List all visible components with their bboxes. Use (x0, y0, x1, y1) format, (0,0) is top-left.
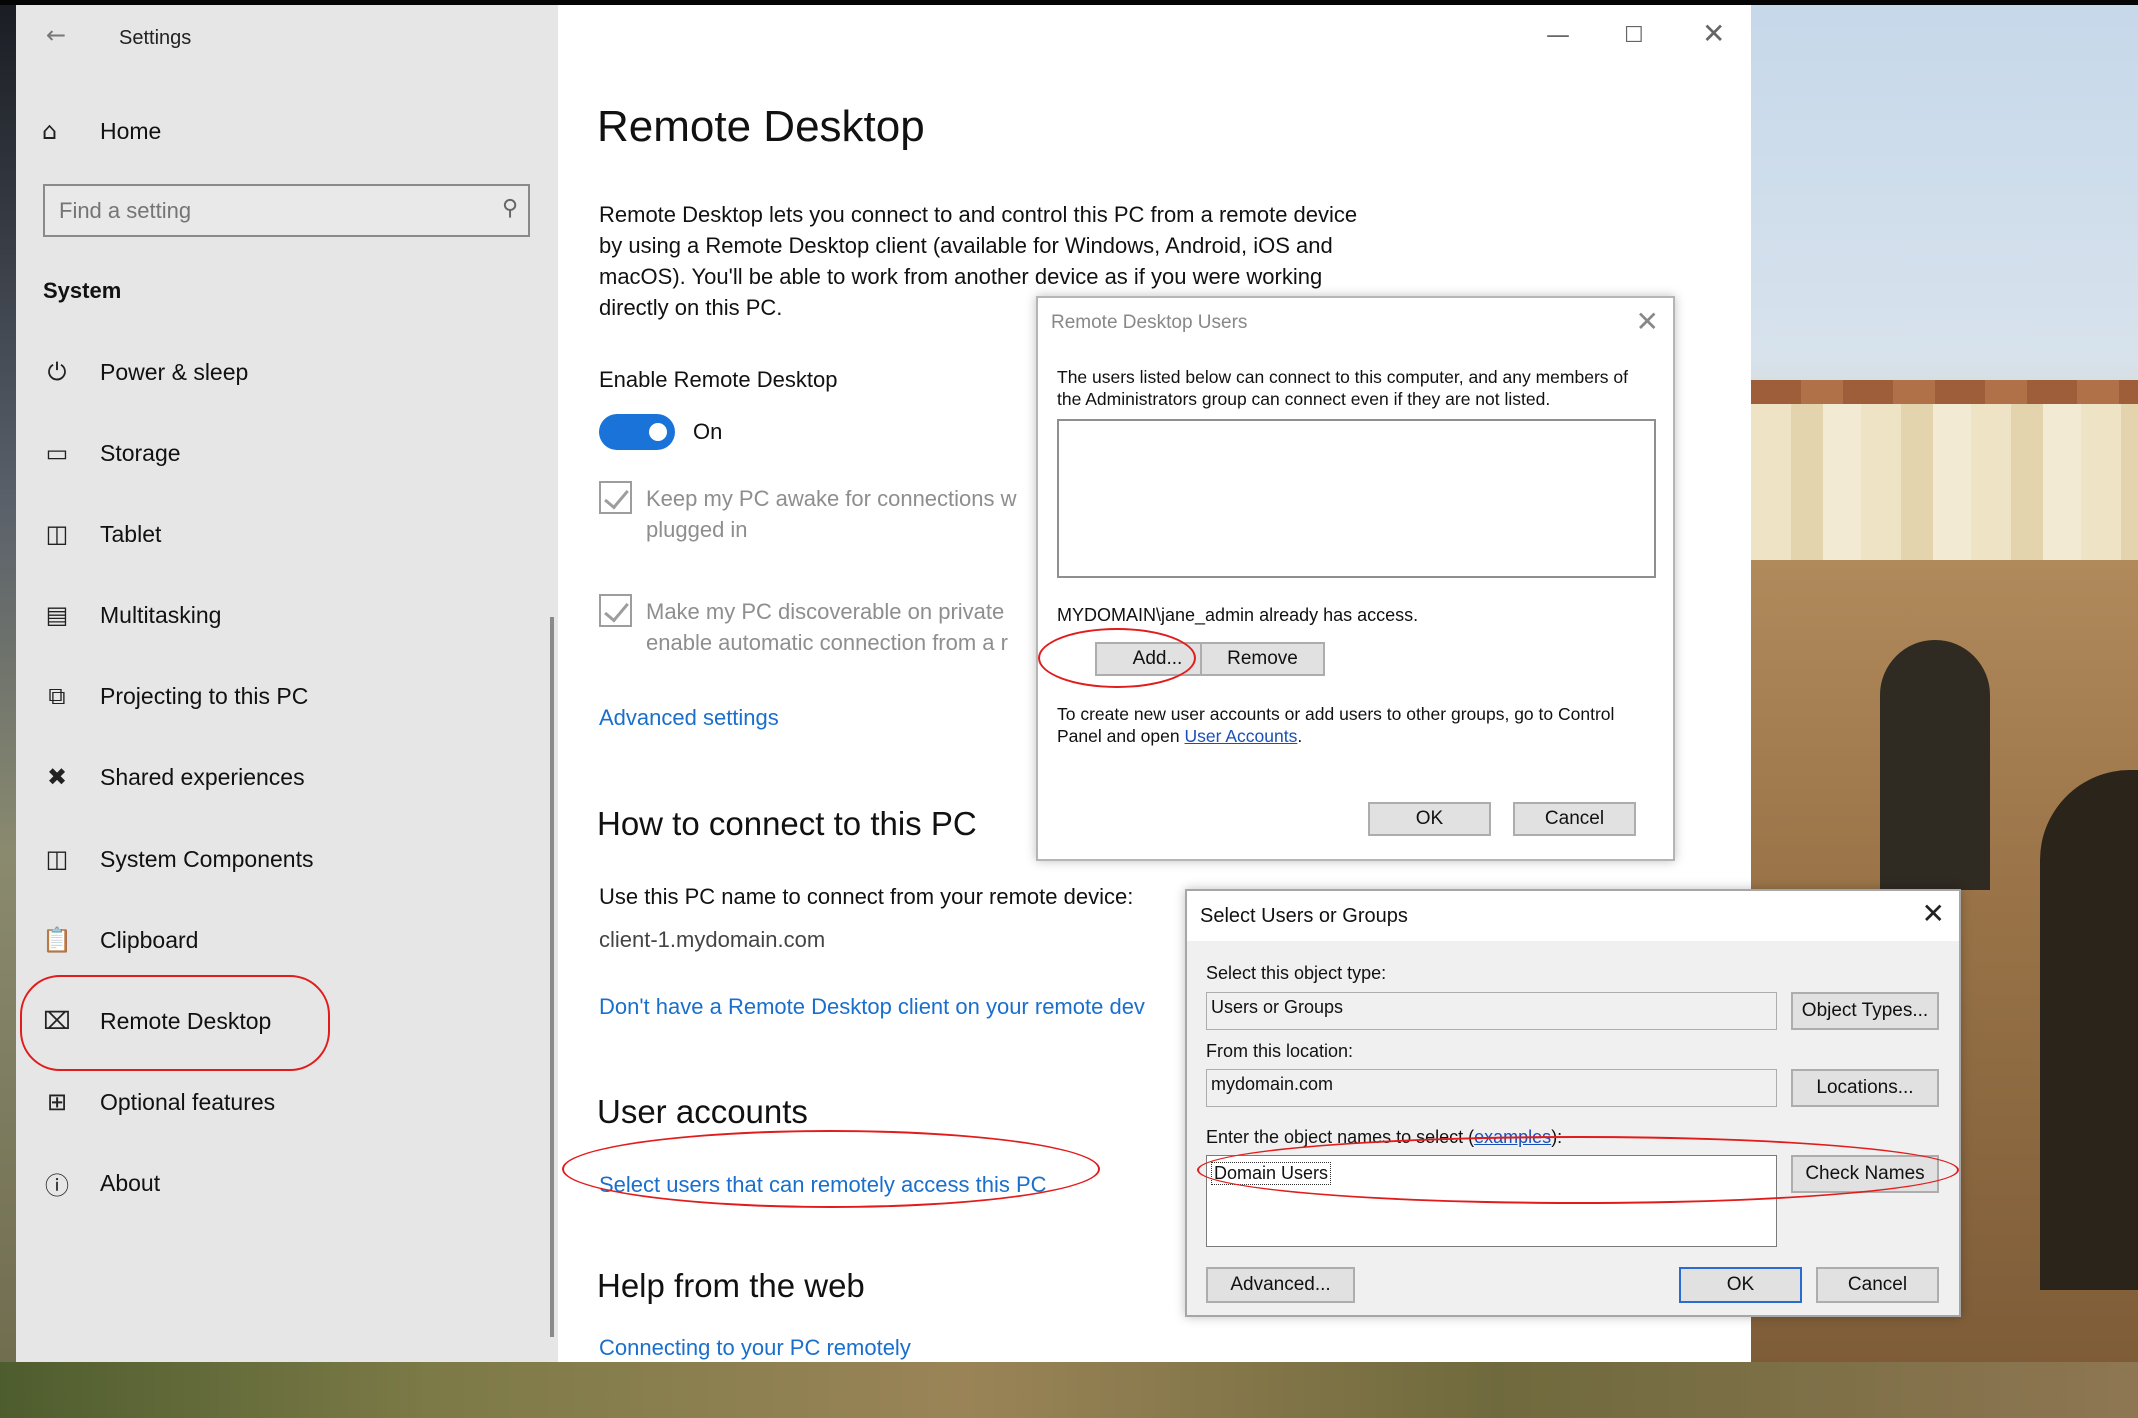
pc-name: client-1.mydomain.com (599, 927, 826, 952)
system-components-icon: ◫ (45, 845, 69, 873)
sidebar-item-projecting[interactable]: ⧉ Projecting to this PC (42, 676, 308, 716)
power-icon: ⏻ (47, 358, 67, 386)
desktop-houses (1751, 390, 2138, 570)
object-types-button[interactable]: Object Types... (1791, 992, 1939, 1030)
sidebar: ← Settings ⌂ Home ⚲ System ⏻ Power & sle… (16, 5, 558, 1362)
desktop-background-left (0, 5, 16, 1418)
location-field: mydomain.com (1206, 1069, 1777, 1107)
sidebar-item-label: Storage (100, 439, 181, 466)
close-icon[interactable]: ✕ (1922, 897, 1945, 930)
home-icon: ⌂ (42, 117, 58, 145)
sidebar-scrollbar[interactable] (550, 617, 554, 1337)
shared-experiences-icon: ✖ (46, 763, 68, 791)
section-title: System (43, 278, 122, 303)
clipboard-icon: 📋 (42, 926, 72, 954)
toggle-state-label: On (693, 419, 723, 444)
info-text: To create new user accounts or add users… (1057, 704, 1615, 746)
discoverable-checkbox[interactable] (599, 594, 632, 627)
sidebar-item-label: Projecting to this PC (100, 682, 309, 709)
locations-button[interactable]: Locations... (1791, 1069, 1939, 1107)
location-label: From this location: (1206, 1041, 1354, 1061)
sidebar-item-label: Optional features (100, 1088, 276, 1115)
sidebar-item-about[interactable]: ⓘ About (42, 1163, 160, 1203)
page-title: Remote Desktop (597, 102, 925, 151)
sidebar-item-power-sleep[interactable]: ⏻ Power & sleep (42, 352, 249, 392)
sidebar-item-label: Power & sleep (100, 358, 249, 385)
desktop-bridge-arch-large (2040, 770, 2138, 1290)
sidebar-item-system-components[interactable]: ◫ System Components (42, 839, 314, 879)
search-box[interactable]: ⚲ (43, 184, 530, 237)
annotation-circle-select-users (562, 1130, 1100, 1208)
access-text: MYDOMAIN\jane_admin already has access. (1057, 605, 1419, 625)
annotation-circle-remote-desktop (20, 975, 330, 1071)
info-text-body: To create new user accounts or add users… (1057, 704, 1615, 746)
projecting-icon: ⧉ (48, 682, 66, 710)
toggle-knob (649, 423, 667, 441)
sidebar-item-shared-experiences[interactable]: ✖ Shared experiences (42, 757, 305, 797)
home-label: Home (100, 117, 162, 144)
dialog-note: The users listed below can connect to th… (1057, 367, 1628, 409)
help-link[interactable]: Connecting to your PC remotely (599, 1335, 911, 1361)
advanced-settings-link[interactable]: Advanced settings (599, 705, 779, 731)
sidebar-item-optional-features[interactable]: ⊞ Optional features (42, 1082, 275, 1122)
annotation-circle-add-button (1038, 628, 1196, 688)
object-type-label: Select this object type: (1206, 963, 1387, 983)
sidebar-item-label: System Components (100, 845, 314, 872)
object-type-field: Users or Groups (1206, 992, 1777, 1030)
keep-awake-label-line2: plugged in (646, 517, 748, 542)
app-title: Settings (119, 27, 192, 49)
cancel-button[interactable]: Cancel (1513, 802, 1636, 836)
home-nav[interactable]: ⌂ Home (42, 117, 161, 145)
dialog-title: Remote Desktop Users (1051, 312, 1248, 333)
enable-remote-desktop-toggle[interactable] (599, 414, 675, 450)
sidebar-item-label: Multitasking (100, 601, 222, 628)
get-client-link[interactable]: Don't have a Remote Desktop client on yo… (599, 994, 1145, 1020)
sidebar-item-clipboard[interactable]: 📋 Clipboard (42, 920, 198, 960)
desktop-bridge-arch (1880, 640, 1990, 890)
search-icon: ⚲ (501, 196, 518, 221)
sidebar-item-label: Tablet (100, 520, 162, 547)
sidebar-item-multitasking[interactable]: ▤ Multitasking (42, 595, 222, 635)
remote-desktop-users-dialog: Remote Desktop Users ✕ The users listed … (1036, 296, 1675, 861)
remove-button[interactable]: Remove (1200, 642, 1325, 676)
help-heading: Help from the web (597, 1267, 865, 1304)
enable-label: Enable Remote Desktop (599, 367, 838, 392)
storage-icon: ▭ (45, 439, 69, 467)
optional-features-icon: ⊞ (46, 1088, 68, 1116)
sidebar-item-label: Shared experiences (100, 763, 305, 790)
users-listbox[interactable] (1057, 419, 1656, 578)
desktop-background-bottom (0, 1362, 2138, 1418)
keep-awake-checkbox[interactable] (599, 481, 632, 514)
back-arrow-icon[interactable]: ← (46, 21, 66, 49)
annotation-circle-object-names (1197, 1136, 1959, 1204)
about-icon: ⓘ (45, 1171, 69, 1200)
select-users-groups-dialog: Select Users or Groups ✕ Select this obj… (1185, 889, 1961, 1317)
tablet-icon: ◫ (45, 520, 69, 548)
multitasking-icon: ▤ (45, 601, 69, 629)
advanced-button[interactable]: Advanced... (1206, 1267, 1355, 1303)
connect-heading: How to connect to this PC (597, 805, 977, 842)
search-input[interactable] (59, 196, 479, 226)
discoverable-label: Make my PC discoverable on private (646, 599, 1005, 624)
ok-button[interactable]: OK (1368, 802, 1491, 836)
sidebar-item-label: About (100, 1169, 161, 1196)
close-icon[interactable]: ✕ (1636, 305, 1659, 338)
user-accounts-heading: User accounts (597, 1093, 808, 1130)
keep-awake-label: Keep my PC awake for connections w (646, 486, 1017, 511)
connect-text: Use this PC name to connect from your re… (599, 884, 1134, 909)
sidebar-item-storage[interactable]: ▭ Storage (42, 433, 181, 473)
user-accounts-link[interactable]: User Accounts (1185, 726, 1298, 746)
ok-button[interactable]: OK (1679, 1267, 1802, 1303)
discoverable-label-line2: enable automatic connection from a r (646, 630, 1008, 655)
sidebar-item-tablet[interactable]: ◫ Tablet (42, 514, 162, 554)
cancel-button[interactable]: Cancel (1816, 1267, 1939, 1303)
dialog-title: Select Users or Groups (1200, 905, 1408, 927)
sidebar-item-label: Clipboard (100, 926, 199, 953)
desktop-roofs (1751, 380, 2138, 404)
